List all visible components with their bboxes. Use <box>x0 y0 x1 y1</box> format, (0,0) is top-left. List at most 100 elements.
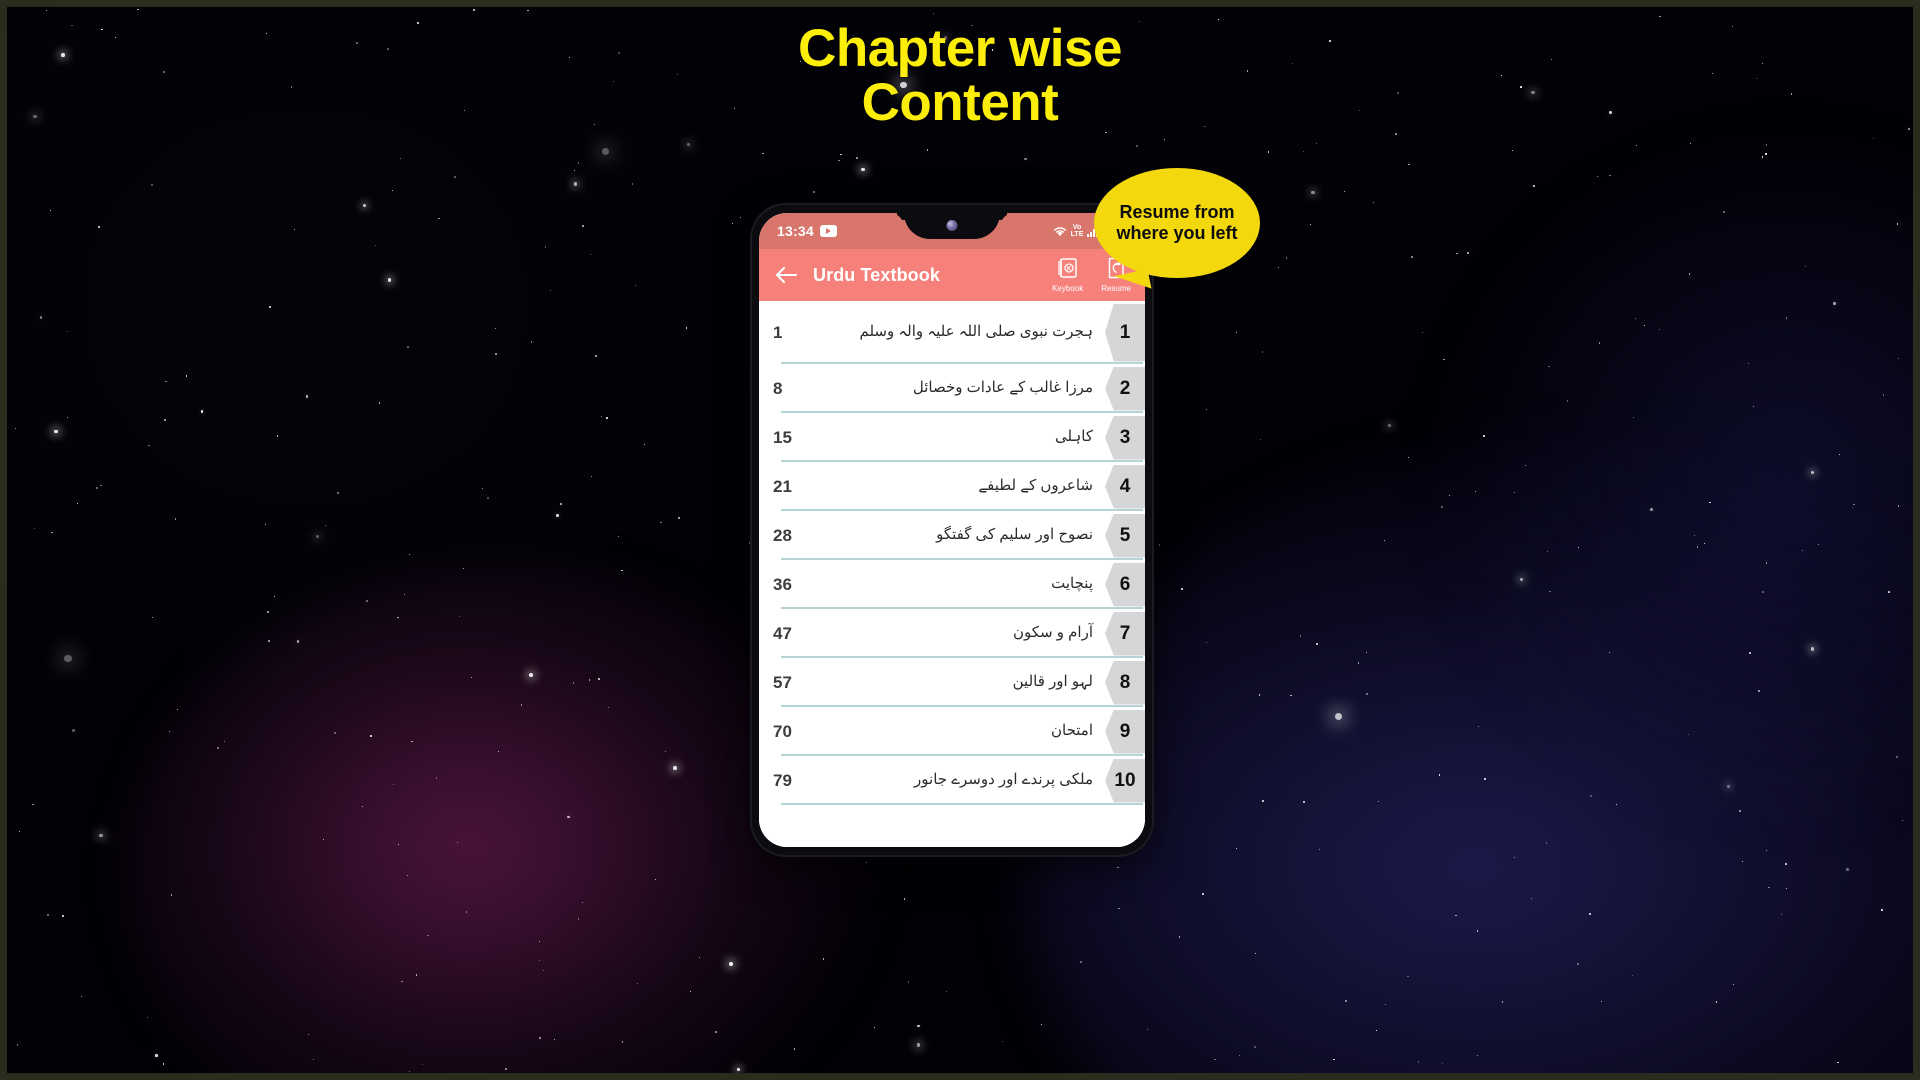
star <box>170 894 173 897</box>
star <box>1259 438 1261 440</box>
star <box>1040 1023 1043 1026</box>
star <box>945 990 948 993</box>
star <box>438 217 440 220</box>
star <box>465 911 468 913</box>
table-row[interactable]: 70 امتحان 9 <box>759 707 1145 756</box>
star <box>293 228 296 231</box>
star <box>1739 810 1741 812</box>
star <box>903 898 906 900</box>
star <box>1147 1028 1149 1030</box>
row-chapter-number-badge: 8 <box>1105 660 1145 705</box>
star <box>762 152 765 155</box>
star <box>917 1024 920 1027</box>
star <box>337 492 340 495</box>
star <box>1589 913 1591 916</box>
youtube-icon <box>819 225 837 237</box>
wifi-icon <box>1053 226 1067 237</box>
star <box>1117 866 1119 869</box>
star <box>1303 800 1305 803</box>
back-arrow-icon[interactable] <box>773 262 799 288</box>
table-row[interactable]: 28 نصوح اور سلیم کی گفتگو 5 <box>759 511 1145 560</box>
row-chapter-title: آرام و سکون <box>1012 624 1093 642</box>
star <box>621 1041 624 1043</box>
keybook-button[interactable]: K Keybook <box>1052 257 1083 293</box>
star <box>1104 131 1107 134</box>
table-row[interactable]: 21 شاعروں کے لطیفے 4 <box>759 462 1145 511</box>
star <box>1747 362 1750 365</box>
star <box>1440 506 1443 509</box>
star <box>45 9 47 11</box>
star <box>539 1037 541 1039</box>
star <box>148 444 150 447</box>
star <box>634 285 636 287</box>
star <box>527 9 529 12</box>
star <box>151 183 154 186</box>
volte-indicator: Vo LTE <box>1071 224 1084 238</box>
star <box>728 961 733 966</box>
table-row[interactable]: 8 مرزا غالب کے عادات وخصائل 2 <box>759 364 1145 413</box>
star <box>1476 1055 1479 1057</box>
row-chapter-title: امتحان <box>1051 722 1093 740</box>
star <box>1688 734 1690 736</box>
star <box>1262 800 1264 803</box>
star <box>1804 265 1806 267</box>
table-row[interactable]: 57 لہو اور قالین 8 <box>759 658 1145 707</box>
star <box>1525 464 1527 466</box>
star <box>155 1054 158 1057</box>
row-chapter-number-badge: 6 <box>1105 562 1145 607</box>
star <box>1817 544 1819 545</box>
star <box>453 176 456 178</box>
row-chapter-number-badge: 10 <box>1105 758 1145 803</box>
star <box>1608 651 1610 653</box>
star <box>1609 174 1611 176</box>
star <box>495 353 497 356</box>
star <box>421 1063 424 1066</box>
star <box>1732 983 1735 986</box>
star <box>739 216 742 219</box>
star <box>1852 506 1853 508</box>
star <box>374 244 376 247</box>
star <box>1658 328 1661 331</box>
star <box>748 542 750 544</box>
star <box>1513 491 1516 494</box>
star <box>1513 856 1515 858</box>
headline-line-1: Chapter wise <box>798 19 1122 78</box>
star <box>392 190 393 191</box>
star <box>498 751 500 753</box>
table-row[interactable]: 47 آرام و سکون 7 <box>759 609 1145 658</box>
star <box>1385 1004 1386 1005</box>
star <box>521 704 523 706</box>
headline-line-2: Content <box>861 73 1059 133</box>
star <box>1901 820 1903 822</box>
keybook-icon: K <box>1057 257 1078 284</box>
star <box>1836 1061 1839 1064</box>
star <box>378 402 381 404</box>
star <box>590 476 592 478</box>
star <box>1299 635 1302 638</box>
row-chapter-number-badge: 5 <box>1105 513 1145 558</box>
star <box>1255 953 1257 955</box>
table-row[interactable]: 36 پنچایت 6 <box>759 560 1145 609</box>
star <box>1366 693 1368 695</box>
star <box>1217 19 1219 21</box>
star <box>1344 190 1346 192</box>
star <box>1636 145 1638 147</box>
star <box>1785 317 1787 319</box>
star <box>1832 302 1836 306</box>
table-row[interactable]: 1 ہجرت نبوی صلی اللہ علیہ والہ وسلم 1 <box>759 301 1145 364</box>
table-row[interactable]: 15 کاہلی 3 <box>759 413 1145 462</box>
star <box>1761 591 1764 594</box>
star <box>18 831 20 832</box>
row-chapter-number-badge: 3 <box>1105 415 1145 460</box>
star <box>1786 888 1787 889</box>
star <box>1258 694 1261 696</box>
star <box>1880 909 1883 912</box>
star <box>456 841 459 843</box>
table-row[interactable]: 79 ملکی پرندے اور دوسرے جانور 10 <box>759 756 1145 805</box>
star <box>39 316 43 319</box>
star <box>529 672 534 677</box>
star <box>873 1026 876 1029</box>
star <box>1152 699 1154 701</box>
star <box>1261 351 1264 353</box>
chapter-list[interactable]: 1 ہجرت نبوی صلی اللہ علیہ والہ وسلم 1 8 مرزا… <box>759 301 1145 847</box>
